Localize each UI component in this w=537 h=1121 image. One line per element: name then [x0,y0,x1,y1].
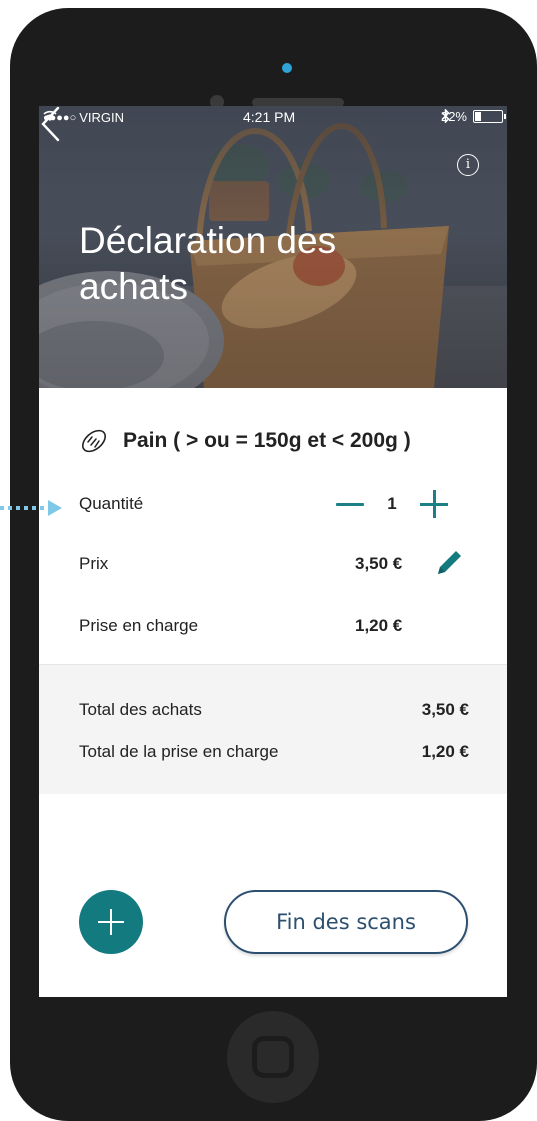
charge-value: 1,20 € [355,616,403,635]
hero-header: ●●●●○ VIRGIN 4:21 PM 22% i Déclaration d… [39,106,507,388]
camera-dot [282,63,292,73]
callout-dotted-line [0,506,48,510]
callout-arrow-icon [48,500,62,516]
decrease-quantity-icon[interactable] [334,489,366,519]
edit-price-pencil-icon[interactable] [433,547,465,579]
total-charge-label: Total de la prise en charge [79,742,279,761]
quantity-row: Quantité 1 [79,489,469,519]
quantity-callout-arrow [0,500,62,516]
end-scans-button[interactable]: Fin des scans [224,890,468,954]
battery-icon [473,110,506,123]
battery-fill [475,112,482,121]
home-button[interactable] [227,1011,319,1103]
status-bar: ●●●●○ VIRGIN 4:21 PM 22% [39,106,507,128]
app-screen: ●●●●○ VIRGIN 4:21 PM 22% i Déclaration d… [39,106,507,997]
plus-icon [98,909,124,935]
increase-quantity-icon[interactable] [418,489,450,519]
totals-summary: Total des achats 3,50 € Total de la pris… [39,664,507,794]
product-header: Pain ( > ou = 150g et < 200g ) [79,424,411,458]
bread-icon [81,429,107,453]
total-purchases-label: Total des achats [79,700,202,719]
product-name: Pain ( > ou = 150g et < 200g ) [123,429,411,452]
price-value: 3,50 € [355,554,403,573]
total-charge-value: 1,20 € [421,742,469,761]
total-purchases-row: Total des achats 3,50 € [79,697,469,723]
bluetooth-icon [441,109,450,123]
page-title: Déclaration des achats [79,220,337,307]
carrier-name: VIRGIN [79,110,125,125]
total-charge-row: Total de la prise en charge 1,20 € [79,739,469,765]
status-time: 4:21 PM [243,109,296,125]
back-chevron-icon[interactable] [39,106,61,142]
status-right: 22% [441,109,506,124]
charge-label: Prise en charge [79,616,199,635]
quantity-value: 1 [387,494,397,513]
total-purchases-value: 3,50 € [421,700,469,719]
price-label: Prix [79,554,109,573]
charge-row: Prise en charge 1,20 € [79,611,469,641]
battery-tip [504,114,506,119]
quantity-stepper: 1 [334,489,450,519]
info-icon[interactable]: i [457,154,479,176]
price-row: Prix 3,50 € [79,549,469,579]
home-square-icon [252,1036,294,1078]
add-product-button[interactable] [79,890,143,954]
